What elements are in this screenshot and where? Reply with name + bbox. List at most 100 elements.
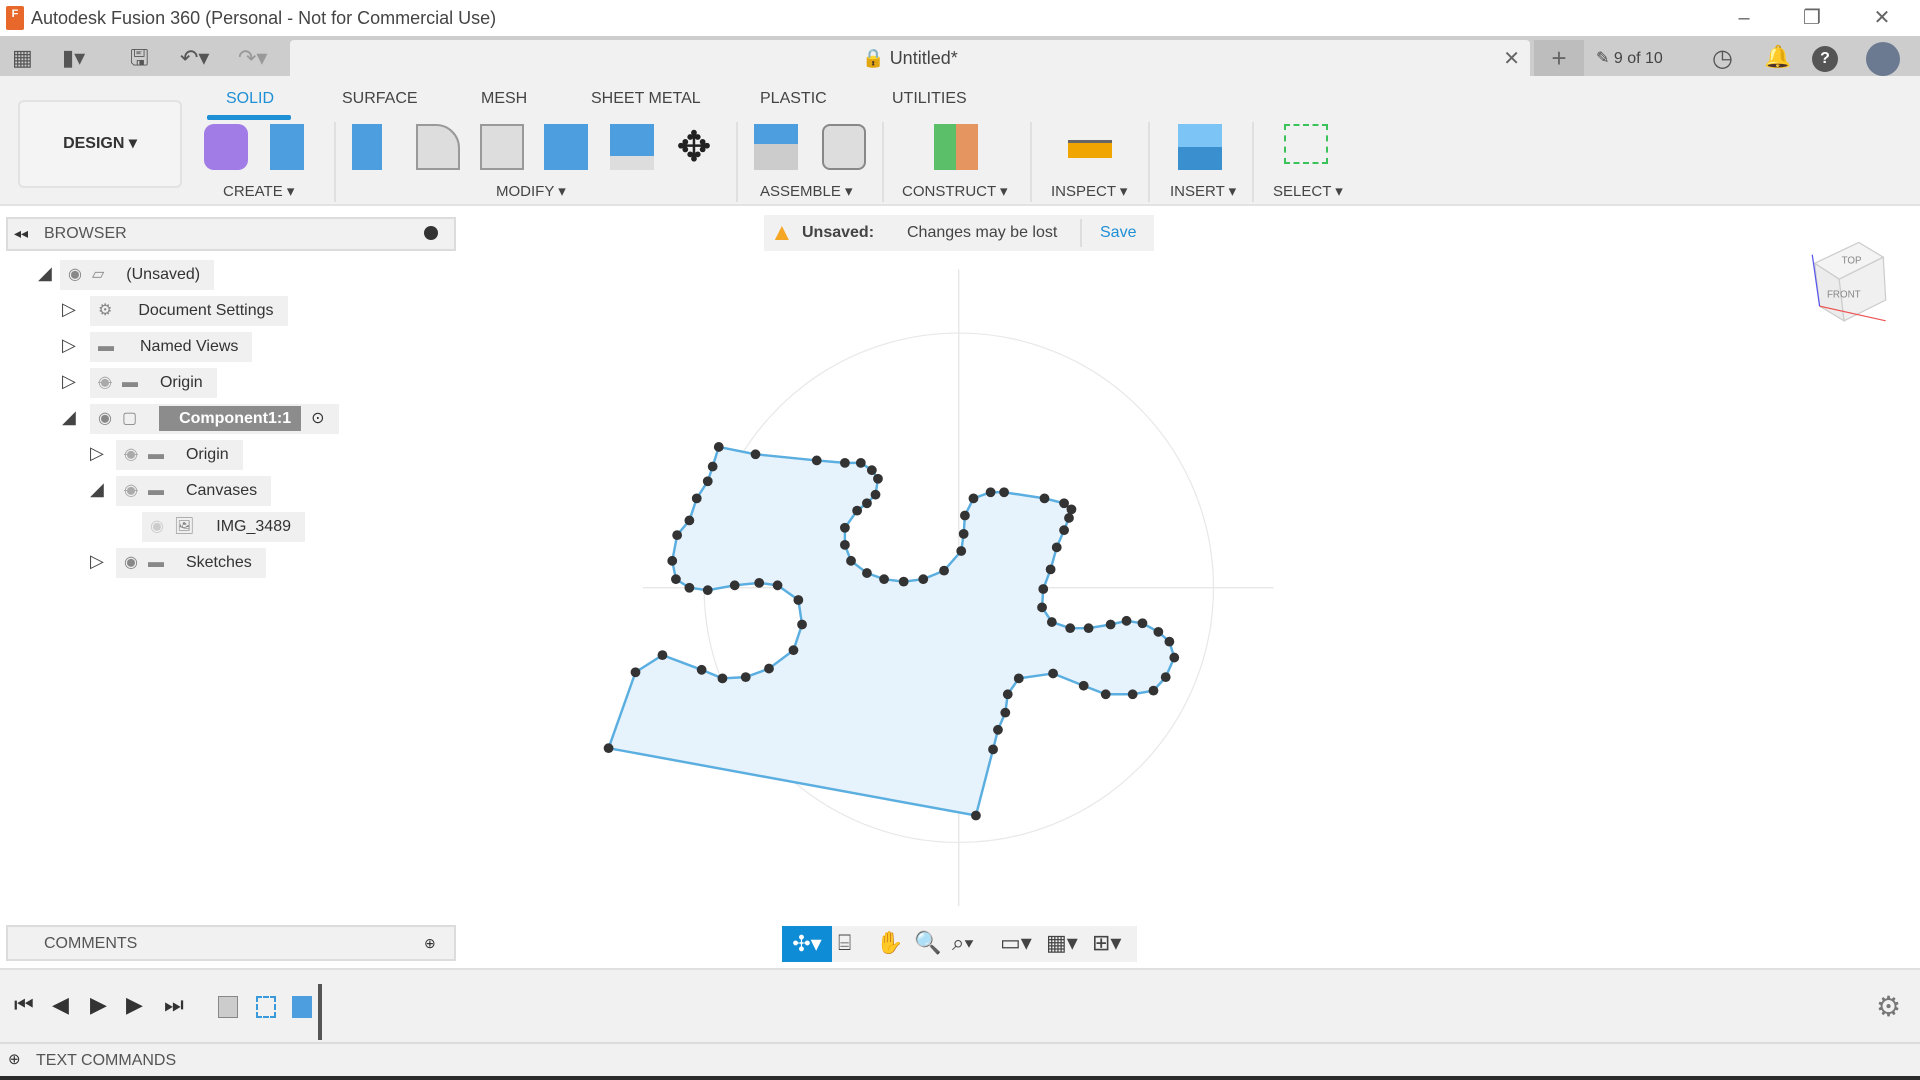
file-menu-icon[interactable]: ▮▾ [62, 44, 85, 72]
sketch-point[interactable] [1002, 689, 1013, 700]
orbit-icon[interactable]: ✣▾ [782, 926, 832, 962]
sketch-point[interactable] [1160, 672, 1171, 683]
timeline-component-icon[interactable] [218, 996, 238, 1018]
browser-item-named-views[interactable]: ▬ Named Views [90, 332, 253, 362]
undo-icon[interactable]: ↶▾ [180, 44, 209, 72]
sketch-point[interactable] [1066, 504, 1077, 515]
expand-toggle-icon[interactable]: ▷ [62, 335, 76, 356]
sketch-point[interactable] [740, 672, 751, 683]
construct-menu[interactable]: CONSTRUCT ▾ [902, 182, 1008, 200]
extrude-icon[interactable] [270, 124, 304, 170]
sketch-point[interactable] [672, 530, 683, 540]
sketch-point[interactable] [1153, 626, 1164, 637]
sketch-point[interactable] [1164, 636, 1175, 647]
sketch-point[interactable] [603, 743, 614, 754]
save-link[interactable]: Save [1100, 224, 1136, 242]
sketch-point[interactable] [873, 473, 883, 484]
sketch-point[interactable] [960, 510, 970, 521]
browser-item-canvases[interactable]: ◉ ▬ Canvases [116, 476, 272, 506]
sketch-point[interactable] [630, 667, 641, 678]
sketch-point[interactable] [846, 555, 856, 566]
fillet-icon[interactable] [416, 124, 460, 170]
new-component-icon[interactable] [204, 124, 248, 170]
settings-gear-icon[interactable]: ⚙ [1876, 990, 1901, 1023]
sketch-point[interactable] [702, 585, 713, 596]
new-component-assemble-icon[interactable] [754, 124, 798, 170]
step-forward-icon[interactable]: ▶ [126, 992, 143, 1018]
sketch-point[interactable] [717, 673, 728, 684]
select-box-icon[interactable] [1284, 124, 1328, 164]
sketch-point[interactable] [764, 663, 774, 674]
display-settings-icon[interactable]: ▭▾ [1000, 930, 1032, 956]
sketch-point[interactable] [667, 555, 678, 566]
sketch-point[interactable] [1059, 525, 1069, 536]
sketch-point[interactable] [1083, 623, 1094, 634]
visibility-eye-icon[interactable]: ◉ [98, 410, 112, 427]
select-menu[interactable]: SELECT ▾ [1273, 182, 1343, 200]
expand-toggle-icon[interactable]: ◢ [62, 407, 76, 428]
expand-toggle-icon[interactable]: ▷ [90, 551, 104, 572]
sketch-point[interactable] [840, 540, 850, 550]
timeline-marker[interactable] [318, 984, 322, 1040]
puzzle-piece-sketch[interactable] [603, 442, 1180, 821]
inspect-menu[interactable]: INSPECT ▾ [1051, 182, 1127, 200]
close-tab-icon[interactable]: ✕ [1503, 46, 1520, 71]
workspace-switcher[interactable]: DESIGN ▾ [18, 100, 182, 188]
shell-icon[interactable] [480, 124, 524, 170]
play-icon[interactable]: ▶ [90, 992, 107, 1018]
assemble-menu[interactable]: ASSEMBLE ▾ [760, 182, 853, 200]
minimize-panel-icon[interactable] [424, 226, 438, 240]
minimize-button[interactable]: – [1724, 4, 1764, 32]
add-comment-icon[interactable]: ⊕ [424, 935, 436, 952]
browser-item-origin[interactable]: ◉ ▬ Origin [90, 368, 217, 398]
pan-icon[interactable]: ✋ [876, 930, 903, 956]
job-status[interactable]: ✎ 9 of 10 [1596, 48, 1663, 68]
sketch-profile[interactable] [606, 445, 1176, 817]
sketch-point[interactable] [793, 595, 804, 605]
sketch-point[interactable] [958, 528, 969, 539]
go-to-end-icon[interactable]: ⏭ [164, 992, 184, 1018]
sketch-point[interactable] [1065, 623, 1076, 634]
sketch-point[interactable] [879, 574, 889, 585]
sketch-point[interactable] [1148, 685, 1159, 696]
sketch-point[interactable] [862, 568, 872, 578]
timeline-canvas-icon[interactable] [292, 996, 312, 1018]
sketch-point[interactable] [1039, 493, 1050, 504]
sketch-point[interactable] [862, 498, 872, 509]
sketch-point[interactable] [1000, 707, 1011, 718]
sketch-point[interactable] [1078, 680, 1089, 691]
timeline-sketch-icon[interactable] [256, 996, 276, 1018]
expand-toggle-icon[interactable]: ▷ [62, 299, 76, 320]
sketch-point[interactable] [1064, 513, 1074, 523]
browser-item-sketches[interactable]: ◉ ▬ Sketches [116, 548, 266, 578]
view-cube[interactable]: TOP FRONT [1811, 241, 1887, 322]
save-icon[interactable]: 🖫 [130, 44, 149, 72]
sketch-point[interactable] [754, 577, 765, 588]
notification-bell-icon[interactable]: 🔔 [1764, 44, 1791, 70]
offset-plane-icon[interactable] [934, 124, 978, 170]
press-pull-icon[interactable] [352, 124, 382, 170]
user-avatar[interactable] [1866, 42, 1900, 76]
tab-solid[interactable]: SOLID [226, 90, 274, 108]
modify-menu[interactable]: MODIFY ▾ [496, 182, 566, 200]
sketch-point[interactable] [918, 574, 929, 585]
sketch-point[interactable] [866, 465, 877, 476]
visibility-eye-icon[interactable]: ◉ [150, 518, 164, 535]
sketch-point[interactable] [999, 487, 1009, 498]
visibility-eye-icon[interactable]: ◉ [124, 554, 138, 571]
sketch-point[interactable] [772, 580, 783, 591]
browser-item-document-settings[interactable]: ⚙ Document Settings [90, 296, 288, 326]
expand-toggle-icon[interactable]: ◢ [90, 479, 104, 500]
sketch-point[interactable] [1169, 652, 1180, 663]
sketch-point[interactable] [684, 582, 695, 593]
redo-icon[interactable]: ↷▾ [238, 44, 267, 72]
sketch-point[interactable] [1051, 542, 1062, 553]
tab-utilities[interactable]: UTILITIES [892, 90, 967, 108]
browser-item-img-3489[interactable]: ◉ 🖼 IMG_3489 [142, 512, 305, 542]
sketch-point[interactable] [729, 580, 740, 591]
measure-icon[interactable] [1068, 140, 1112, 158]
sketch-point[interactable] [811, 455, 822, 466]
combine-icon[interactable] [544, 124, 588, 170]
sketch-point[interactable] [985, 487, 996, 498]
tab-sheet-metal[interactable]: SHEET METAL [591, 90, 701, 108]
